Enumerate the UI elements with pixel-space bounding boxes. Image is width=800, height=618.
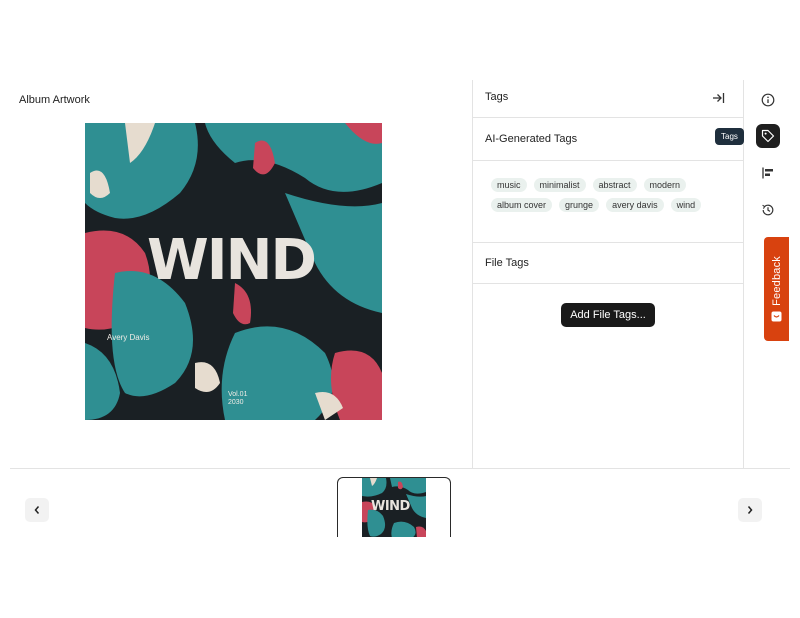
thumbnail-title: WIND (371, 499, 410, 514)
ai-tag-chip[interactable]: modern (643, 178, 687, 192)
tags-tooltip: Tags (715, 128, 744, 145)
collapse-panel-button[interactable] (709, 89, 727, 107)
artwork-volume-number: Vol.01 (228, 391, 248, 398)
feedback-tab[interactable]: Feedback (764, 237, 789, 341)
ai-tag-chip[interactable]: avery davis (606, 198, 664, 212)
previous-image-button[interactable] (25, 498, 49, 522)
details-button[interactable] (756, 161, 780, 185)
ai-tag-chip[interactable]: wind (670, 198, 702, 212)
artwork-year: 2030 (228, 399, 244, 406)
add-file-tags-button[interactable]: Add File Tags... (561, 303, 655, 327)
file-tags-section-title: File Tags (485, 257, 529, 269)
tags-panel-title: Tags (485, 91, 509, 103)
info-icon (761, 93, 775, 107)
panel-title: Album Artwork (19, 94, 90, 106)
filmstrip-divider (10, 468, 790, 469)
selected-thumbnail[interactable]: WIND (337, 477, 451, 537)
thumbnail-image: WIND (362, 478, 426, 537)
tags-panel: Tags AI-Generated Tags music minimalist ab… (473, 80, 743, 468)
ai-tag-chip[interactable]: abstract (592, 178, 637, 192)
collapse-right-icon (712, 93, 724, 103)
ai-tag-chip[interactable]: music (491, 178, 527, 192)
info-button[interactable] (756, 88, 780, 112)
artwork-title: WIND (147, 228, 317, 293)
history-button[interactable] (756, 198, 780, 222)
tags-panel-header: Tags (473, 80, 743, 118)
chevron-right-icon (747, 506, 753, 514)
feedback-label: Feedback (770, 255, 783, 306)
history-icon (762, 204, 774, 216)
ai-tags-list: music minimalist abstract modern album cover… (491, 178, 726, 212)
ai-tag-chip[interactable]: minimalist (533, 178, 586, 192)
next-image-button[interactable] (738, 498, 762, 522)
artwork-artist: Avery Davis (107, 333, 150, 342)
ai-tags-section-header: AI-Generated Tags (473, 119, 743, 161)
album-artwork-image: WIND Avery Davis Vol.01 2030 (85, 123, 382, 420)
ai-tag-chip[interactable]: album cover (491, 198, 553, 212)
tags-button[interactable] (756, 124, 780, 148)
file-tags-section-header: File Tags (473, 242, 743, 284)
chevron-left-icon (34, 506, 40, 514)
artwork-volume: Vol.01 2030 (228, 391, 247, 407)
feedback-icon (771, 311, 782, 322)
align-left-icon (762, 167, 773, 179)
ai-tag-chip[interactable]: grunge (559, 198, 600, 212)
tag-icon (761, 129, 775, 143)
artwork-panel: Album Artwork WIND Avery Davis Vol.01 20… (10, 80, 472, 468)
ai-tags-section-title: AI-Generated Tags (485, 133, 578, 145)
